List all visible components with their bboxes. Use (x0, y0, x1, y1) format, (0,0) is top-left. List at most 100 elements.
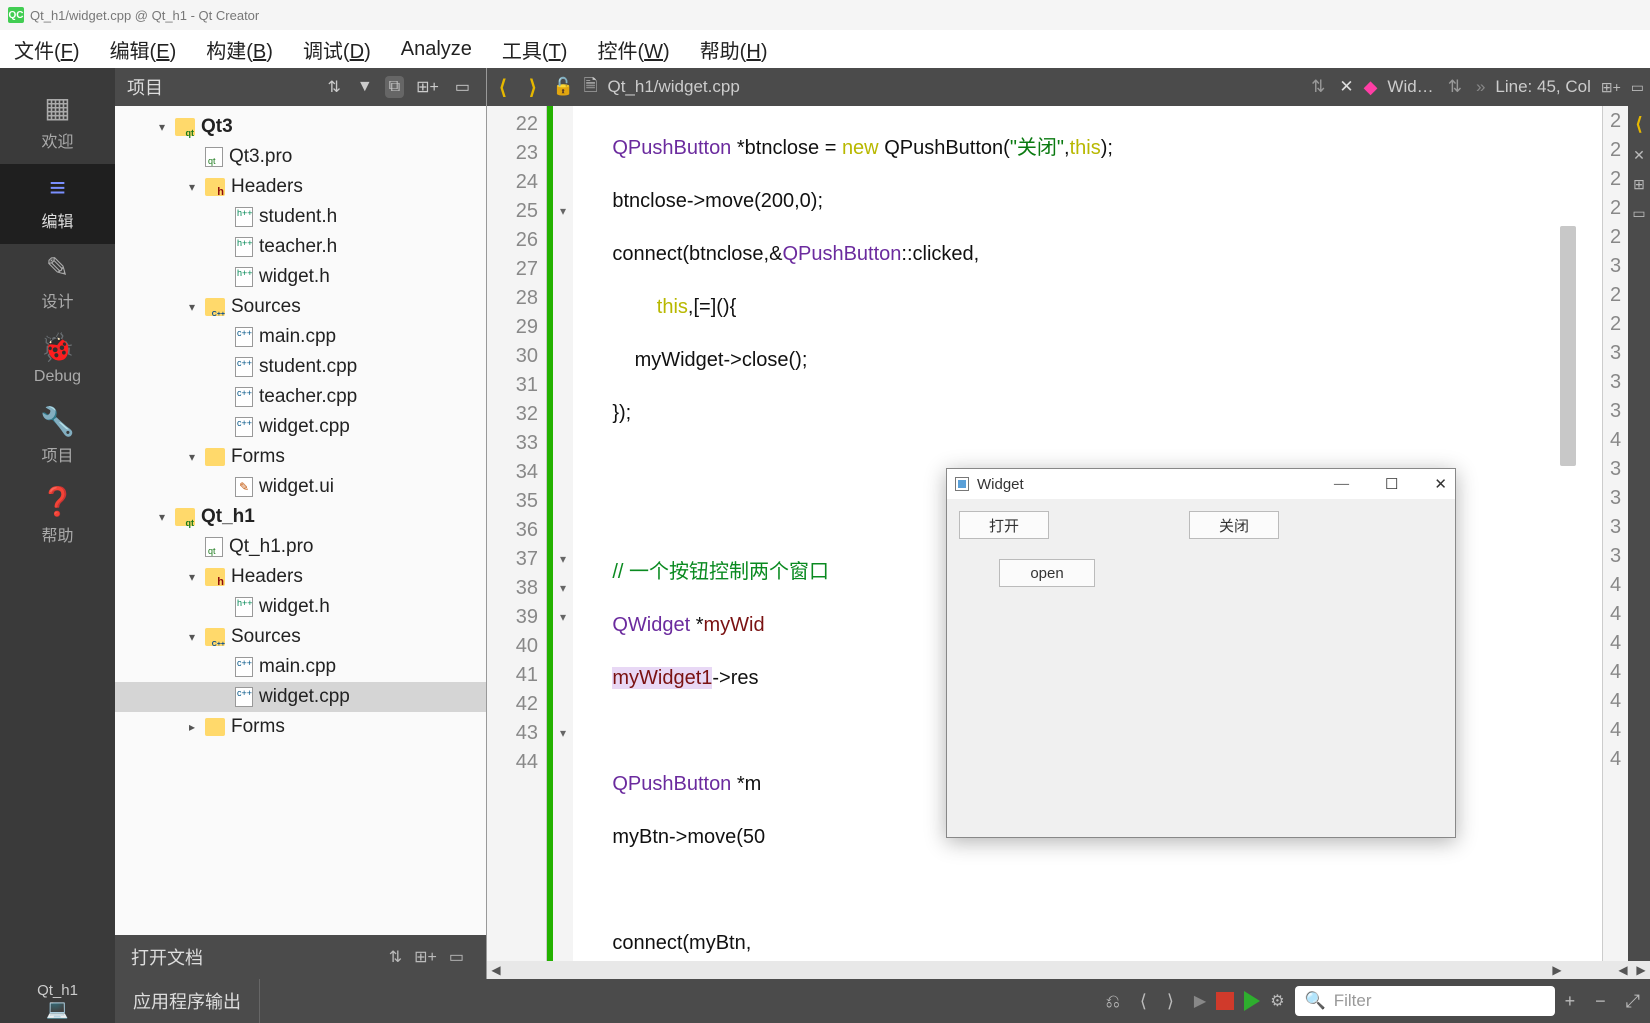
symbol-sort-icon[interactable]: ⇅ (1444, 77, 1466, 97)
file-icon: 🗎 (584, 73, 598, 102)
add-icon[interactable]: ⊞+ (412, 77, 443, 97)
nav-back[interactable]: ⟨ (493, 75, 513, 100)
menu-tools[interactable]: 工具(T) (502, 35, 568, 64)
tree-teacher-h[interactable]: teacher.h (115, 232, 486, 262)
tree-student-cpp[interactable]: student.cpp (115, 352, 486, 382)
mode-sidebar: ▦欢迎 ≡编辑 ✎设计 🐞Debug 🔧项目 ❓帮助 (0, 68, 115, 979)
add-icon[interactable]: ⊞+ (408, 947, 443, 967)
pencil-icon: ✎ (0, 254, 115, 282)
mode-edit[interactable]: ≡编辑 (0, 164, 115, 244)
editor-filename[interactable]: Qt_h1/widget.cpp (607, 77, 739, 97)
filter-icon[interactable]: ▼ (353, 78, 377, 96)
cursor-position[interactable]: Line: 45, Col (1495, 77, 1590, 97)
clear-icon[interactable]: ⎌ (1095, 991, 1129, 1012)
tree-qt3[interactable]: ▾Qt3 (115, 112, 486, 142)
split-icon[interactable]: ⊞+ (1601, 79, 1621, 96)
widget-window[interactable]: Widget — ☐ ✕ 打开 关闭 open (946, 468, 1456, 838)
tree-student-h[interactable]: student.h (115, 202, 486, 232)
close-button[interactable]: ✕ (1434, 475, 1447, 494)
bookmark-icon[interactable]: ◆ (1364, 77, 1378, 98)
scroll-right-icon[interactable]: ▶ (1548, 963, 1566, 977)
open-en-button[interactable]: open (999, 559, 1095, 587)
maximize-button[interactable]: ☐ (1385, 475, 1398, 494)
menu-edit[interactable]: 编辑(E) (110, 35, 177, 64)
close-icon[interactable]: ✕ (1633, 147, 1645, 164)
vertical-scrollbar[interactable] (1560, 226, 1576, 466)
expand-icon[interactable]: ▭ (443, 947, 470, 967)
close-button-cn[interactable]: 关闭 (1189, 511, 1279, 539)
stop-icon[interactable] (1216, 992, 1234, 1010)
nav-forward[interactable]: ⟩ (523, 75, 543, 100)
tree-qth1[interactable]: ▾Qt_h1 (115, 502, 486, 532)
tree-widget-h[interactable]: widget.h (115, 262, 486, 292)
run-icon[interactable] (1244, 991, 1260, 1011)
menubar: 文件(F) 编辑(E) 构建(B) 调试(D) Analyze 工具(T) 控件… (0, 30, 1650, 68)
split-icon[interactable]: ⊞ (1633, 176, 1645, 193)
mode-design[interactable]: ✎设计 (0, 244, 115, 324)
filter-input[interactable]: 🔍 Filter (1295, 986, 1555, 1016)
expand-icon[interactable]: ▭ (451, 77, 474, 97)
mode-help[interactable]: ❓帮助 (0, 478, 115, 558)
minimize-button[interactable]: — (1334, 476, 1349, 493)
minus-icon[interactable]: − (1585, 991, 1616, 1012)
tree-widget-ui[interactable]: widget.ui (115, 472, 486, 502)
sort-icon[interactable]: ⇅ (383, 947, 408, 967)
plus-icon[interactable]: + (1555, 991, 1586, 1012)
tree-qth1-forms[interactable]: ▸Forms (115, 712, 486, 742)
tree-qth1-widget-h[interactable]: widget.h (115, 592, 486, 622)
prev-icon[interactable]: ⟨ (1130, 991, 1157, 1012)
menu-help[interactable]: 帮助(H) (700, 35, 768, 64)
close-editor[interactable]: ✕ (1339, 77, 1353, 97)
menu-debug[interactable]: 调试(D) (303, 35, 371, 64)
tree-qt3-sources[interactable]: ▾Sources (115, 292, 486, 322)
tree-widget-cpp[interactable]: widget.cpp (115, 412, 486, 442)
next-icon[interactable]: ⟩ (1157, 991, 1184, 1012)
mode-welcome[interactable]: ▦欢迎 (0, 84, 115, 164)
tree-qt3-headers[interactable]: ▾Headers (115, 172, 486, 202)
maximize-icon[interactable]: ▭ (1632, 205, 1645, 222)
scroll-left-icon[interactable]: ◀ (487, 963, 505, 977)
tree-qt3-pro[interactable]: Qt3.pro (115, 142, 486, 172)
project-pane: 项目 ⇅ ▼ ⧉ ⊞+ ▭ ▾Qt3 Qt3.pro ▾Headers stud… (115, 68, 487, 979)
widget-titlebar[interactable]: Widget — ☐ ✕ (947, 469, 1455, 499)
tree-qth1-main-cpp[interactable]: main.cpp (115, 652, 486, 682)
lock-icon[interactable]: 🔓 (553, 77, 574, 97)
project-title: 项目 (127, 74, 163, 100)
popout-icon[interactable]: ⤢ (1616, 991, 1650, 1012)
tree-main-cpp[interactable]: main.cpp (115, 322, 486, 352)
open-button[interactable]: 打开 (959, 511, 1049, 539)
tree-teacher-cpp[interactable]: teacher.cpp (115, 382, 486, 412)
gear-icon[interactable]: ⚙ (1270, 991, 1284, 1011)
horizontal-scrollbar[interactable]: ◀ ▶ ◀ ▶ (487, 961, 1650, 979)
maximize-icon[interactable]: ▭ (1631, 79, 1644, 96)
grid-icon: ▦ (0, 94, 115, 122)
menu-build[interactable]: 构建(B) (206, 35, 273, 64)
edit-icon: ≡ (0, 174, 115, 202)
scroll-right-icon[interactable]: ▶ (1632, 963, 1650, 977)
link-icon[interactable]: ⧉ (385, 76, 404, 98)
tree-qth1-sources[interactable]: ▾Sources (115, 622, 486, 652)
line-gutter[interactable]: 2223242526272829303132333435363738394041… (487, 106, 547, 961)
output-tab[interactable]: 应用程序输出 (115, 979, 260, 1023)
tree-qth1-pro[interactable]: Qt_h1.pro (115, 532, 486, 562)
fold-gutter[interactable]: ▾▾▾▾▾ (553, 106, 573, 961)
right-toolbar: ⟨ ✕ ⊞ ▭ (1628, 106, 1650, 961)
menu-analyze[interactable]: Analyze (401, 38, 472, 61)
mode-debug[interactable]: 🐞Debug (0, 324, 115, 398)
nav-back-right[interactable]: ⟨ (1635, 114, 1642, 135)
menu-file[interactable]: 文件(F) (14, 35, 80, 64)
tree-qth1-headers[interactable]: ▾Headers (115, 562, 486, 592)
symbol-dropdown-icon[interactable]: ⇅ (1307, 77, 1329, 97)
mode-project[interactable]: 🔧项目 (0, 398, 115, 478)
bottom-bar: Qt_h1 💻 应用程序输出 ⎌ ⟨ ⟩ ▶ ⚙ 🔍 Filter + − ⤢ (0, 979, 1650, 1023)
open-documents-label: 打开文档 (131, 944, 203, 970)
sort-icon[interactable]: ⇅ (323, 77, 344, 97)
tree-qt3-forms[interactable]: ▾Forms (115, 442, 486, 472)
project-tree[interactable]: ▾Qt3 Qt3.pro ▾Headers student.h teacher.… (115, 106, 486, 935)
tree-qth1-widget-cpp[interactable]: widget.cpp (115, 682, 486, 712)
play-icon[interactable]: ▶ (1194, 991, 1206, 1011)
symbol-name[interactable]: Wid… (1387, 77, 1433, 97)
target-selector[interactable]: Qt_h1 💻 (0, 979, 115, 1023)
menu-controls[interactable]: 控件(W) (597, 35, 669, 64)
scroll-left-icon[interactable]: ◀ (1614, 963, 1632, 977)
